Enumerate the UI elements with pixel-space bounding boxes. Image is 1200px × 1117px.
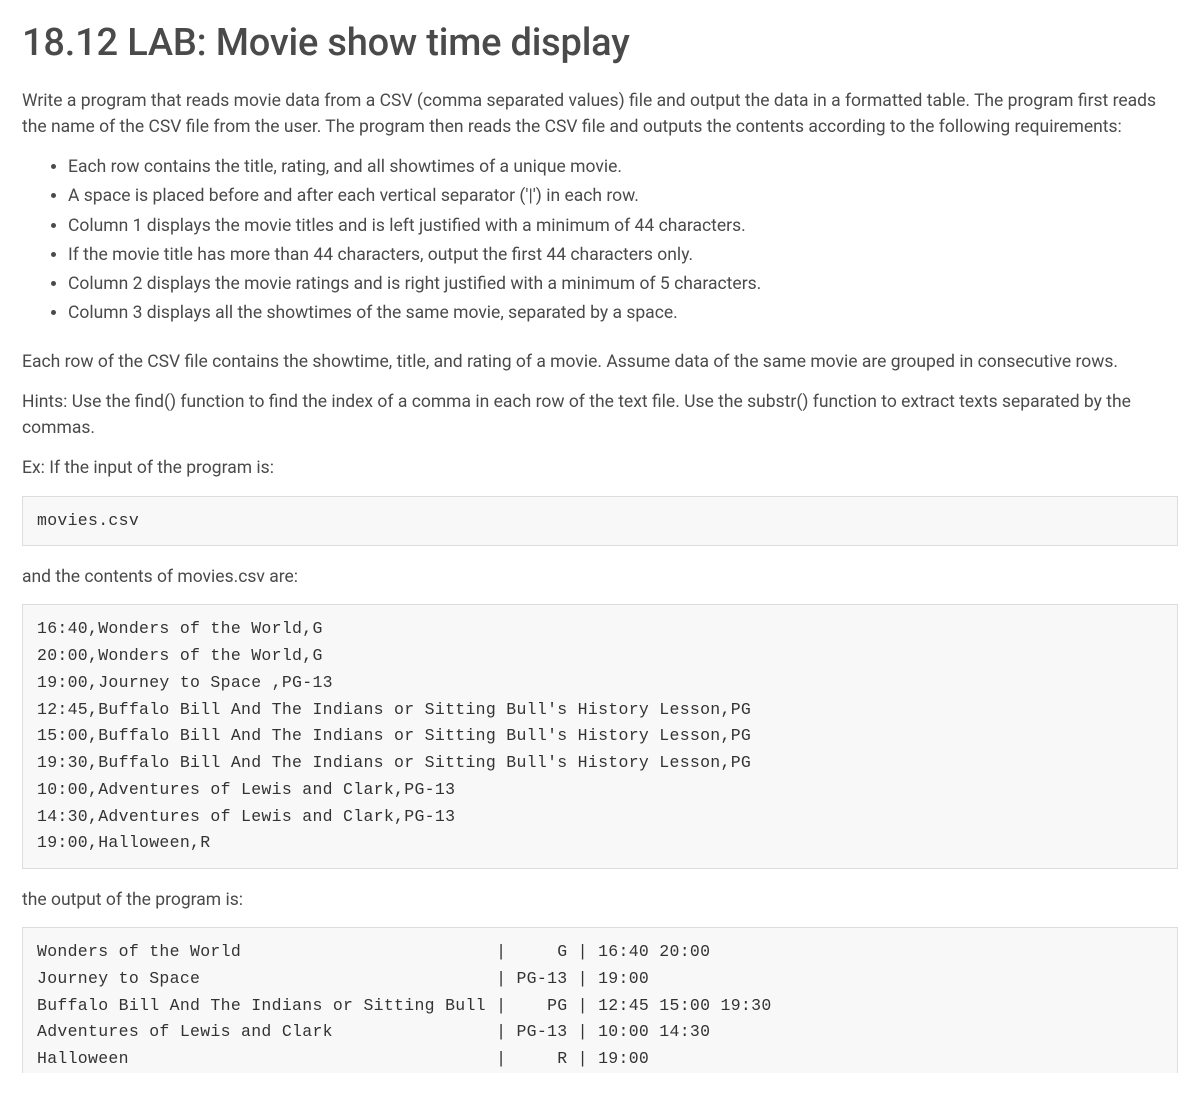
csv-contents-intro-paragraph: and the contents of movies.csv are: (22, 564, 1178, 590)
requirements-list: Each row contains the title, rating, and… (22, 154, 1178, 327)
input-code-block: movies.csv (22, 496, 1178, 547)
page-title: 18.12 LAB: Movie show time display (22, 20, 1178, 68)
output-code-block: Wonders of the World | G | 16:40 20:00 J… (22, 927, 1178, 1073)
intro-paragraph: Write a program that reads movie data fr… (22, 88, 1178, 141)
output-intro-paragraph: the output of the program is: (22, 887, 1178, 913)
list-item: Each row contains the title, rating, and… (68, 154, 1178, 180)
list-item: Column 2 displays the movie ratings and … (68, 271, 1178, 297)
example-intro-paragraph: Ex: If the input of the program is: (22, 455, 1178, 481)
list-item: Column 3 displays all the showtimes of t… (68, 300, 1178, 326)
list-item: Column 1 displays the movie titles and i… (68, 213, 1178, 239)
csv-code-block: 16:40,Wonders of the World,G 20:00,Wonde… (22, 604, 1178, 868)
hints-paragraph: Hints: Use the find() function to find t… (22, 389, 1178, 442)
csv-info-paragraph: Each row of the CSV file contains the sh… (22, 349, 1178, 375)
list-item: If the movie title has more than 44 char… (68, 242, 1178, 268)
list-item: A space is placed before and after each … (68, 183, 1178, 209)
